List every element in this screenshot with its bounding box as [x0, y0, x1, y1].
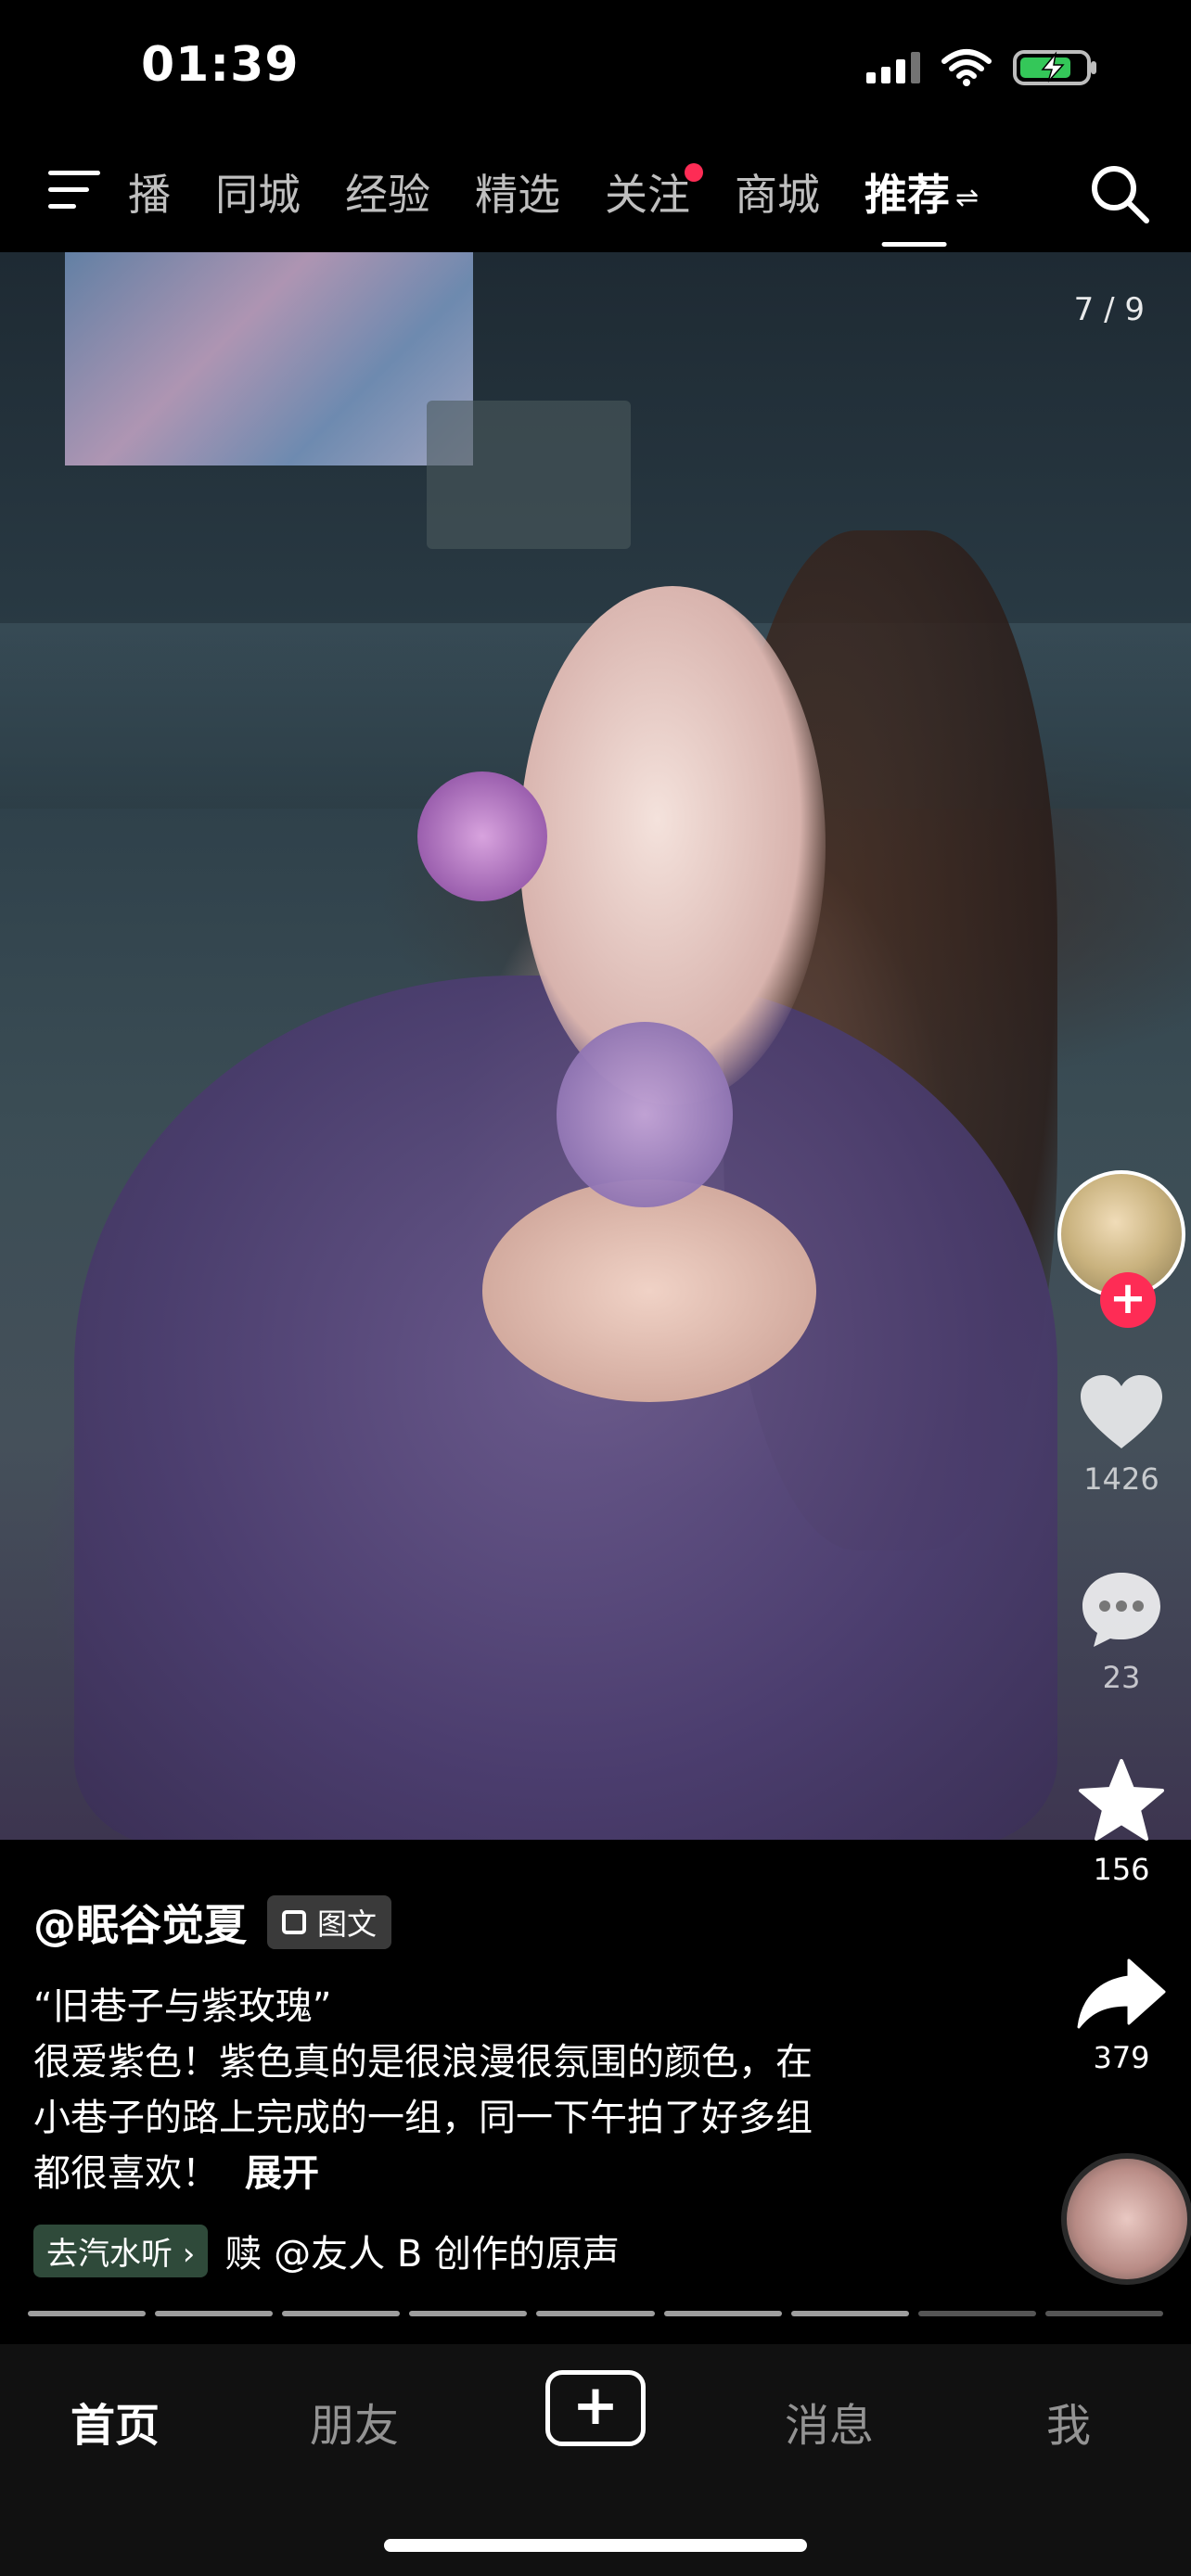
- tab-label: 同城: [215, 170, 301, 220]
- post-description[interactable]: “旧巷子与紫玫瑰” 很爱紫色！紫色真的是很浪漫很氛围的颜色，在 小巷子的路上完成…: [33, 1979, 942, 2201]
- tab-label: 精选: [475, 170, 560, 220]
- heart-icon: [1081, 1375, 1162, 1448]
- create-post-button[interactable]: +: [545, 2370, 646, 2446]
- desc-line: 很爱紫色！紫色真的是很浪漫很氛围的颜色，在: [33, 2041, 813, 2084]
- status-time: 01:39: [141, 37, 300, 93]
- post-title: “旧巷子与紫玫瑰”: [33, 1985, 332, 2028]
- tab-messages[interactable]: 消息: [785, 2389, 874, 2454]
- progress-segment: [155, 2311, 274, 2316]
- status-bar: 01:39: [0, 0, 1191, 139]
- tab-live[interactable]: 播: [128, 158, 193, 232]
- tab-nearby[interactable]: 同城: [193, 158, 323, 232]
- listen-in-qishui-button[interactable]: 去汽水听 ›: [33, 2224, 209, 2277]
- image-progress-bar: [28, 2311, 1163, 2316]
- subject-shoulder: [482, 1180, 816, 1402]
- wifi-icon: [941, 48, 992, 87]
- favorite-count: 156: [1093, 1852, 1150, 1887]
- comment-button[interactable]: 23: [1052, 1567, 1191, 1695]
- star-icon: [1079, 1759, 1164, 1841]
- search-icon[interactable]: [1087, 161, 1152, 226]
- like-count: 1426: [1083, 1461, 1159, 1497]
- desc-line-last: 都很喜欢！ 展开: [33, 2146, 942, 2201]
- post-photo[interactable]: 7 / 9: [0, 252, 1191, 1840]
- music-title[interactable]: 赎 @友人 B 创作的原声: [224, 2224, 620, 2277]
- expand-link[interactable]: 展开: [245, 2152, 319, 2195]
- tab-label: 推荐: [864, 170, 950, 220]
- progress-segment: [409, 2311, 528, 2316]
- desc-line: 小巷子的路上完成的一组，同一下午拍了好多组: [33, 2097, 813, 2139]
- tab-featured[interactable]: 精选: [453, 158, 583, 232]
- image-page-counter: 7 / 9: [1073, 291, 1145, 328]
- notification-dot: [685, 163, 703, 182]
- background-ac-unit: [427, 401, 631, 549]
- rose-choker: [557, 1022, 733, 1207]
- tab-label: 关注: [605, 170, 690, 220]
- tab-recommended[interactable]: 推荐 ⇌: [842, 158, 1001, 232]
- tab-label: 经验: [345, 170, 430, 220]
- image-post-icon: [282, 1910, 306, 1934]
- progress-segment: [917, 2311, 1036, 2316]
- tab-label: 商城: [735, 170, 820, 220]
- post-type-badge: 图文: [267, 1895, 392, 1949]
- tab-home[interactable]: 首页: [70, 2389, 160, 2454]
- tab-me[interactable]: 我: [1046, 2389, 1091, 2454]
- top-navigation: 播 同城 经验 精选 关注 商城 推荐 ⇌: [0, 148, 1191, 250]
- share-count: 379: [1093, 2040, 1150, 2075]
- follow-button[interactable]: +: [1100, 1272, 1156, 1328]
- status-icons: [866, 48, 1098, 87]
- author-row: @眠谷觉夏 图文: [33, 1892, 942, 1953]
- menu-icon[interactable]: [46, 167, 111, 223]
- progress-segment: [663, 2311, 782, 2316]
- desc-line: 都很喜欢！: [33, 2152, 219, 2195]
- tab-following[interactable]: 关注: [583, 158, 712, 232]
- battery-charging-icon: [1013, 48, 1098, 87]
- tab-label: 播: [128, 170, 171, 220]
- progress-segment: [1044, 2311, 1163, 2316]
- post-type-label: 图文: [317, 1906, 378, 1942]
- favorite-button[interactable]: 156: [1052, 1757, 1191, 1887]
- progress-segment: [282, 2311, 401, 2316]
- swap-icon: ⇌: [955, 181, 980, 214]
- music-row: 去汽水听 › 赎 @友人 B 创作的原声: [33, 2224, 942, 2277]
- post-caption: @眠谷觉夏 图文 “旧巷子与紫玫瑰” 很爱紫色！紫色真的是很浪漫很氛围的颜色，在…: [33, 1892, 942, 2277]
- like-button[interactable]: 1426: [1052, 1372, 1191, 1497]
- background-quilt: [65, 252, 473, 465]
- feed-tabs: 播 同城 经验 精选 关注 商城 推荐 ⇌: [128, 158, 1001, 232]
- author-avatar-button[interactable]: +: [1057, 1170, 1187, 1328]
- tab-experience[interactable]: 经验: [323, 158, 453, 232]
- purple-rose: [417, 772, 547, 901]
- comment-icon: [1082, 1573, 1160, 1647]
- tab-mall[interactable]: 商城: [712, 158, 842, 232]
- music-disc-icon[interactable]: [1061, 2153, 1191, 2285]
- tab-friends[interactable]: 朋友: [310, 2389, 399, 2454]
- comment-count: 23: [1102, 1660, 1141, 1695]
- author-name[interactable]: @眠谷觉夏: [33, 1892, 247, 1953]
- progress-segment: [536, 2311, 655, 2316]
- cellular-signal-icon: [866, 52, 920, 83]
- progress-segment: [790, 2311, 909, 2316]
- share-button[interactable]: 379: [1052, 1957, 1191, 2075]
- share-arrow-icon: [1077, 1958, 1166, 2029]
- home-indicator[interactable]: [384, 2539, 807, 2552]
- progress-segment: [28, 2311, 147, 2316]
